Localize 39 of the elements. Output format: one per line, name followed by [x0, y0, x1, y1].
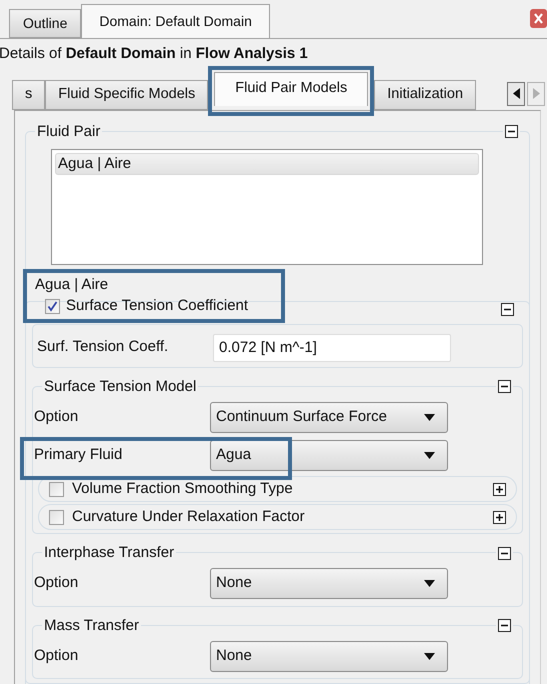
input-field[interactable]: 0.072 [N m^-1] — [213, 334, 451, 362]
collapse-icon[interactable] — [505, 125, 518, 138]
collapse-icon[interactable] — [498, 546, 511, 560]
tab[interactable]: Fluid Specific Models — [45, 80, 208, 110]
caret-icon — [424, 452, 435, 458]
details-heading: Details of Default Domain in Flow Analysis 1 — [0, 44, 309, 64]
checkbox[interactable] — [49, 510, 64, 524]
caret-icon — [424, 652, 435, 660]
tab[interactable]: Fluid Pair Models — [214, 72, 368, 106]
field-label: Primary Fluid — [34, 444, 124, 465]
list-item[interactable]: Agua | Aire — [55, 153, 479, 175]
field-label: Surf. Tension Coeff. — [37, 337, 170, 358]
tab[interactable]: Initialization — [374, 80, 476, 110]
pair-title: Agua | Aire — [35, 275, 110, 295]
right-arrow-icon — [532, 88, 540, 99]
scroll-left-button[interactable] — [507, 82, 525, 106]
checkbox-option[interactable]: Surface Tension Coefficient — [45, 295, 273, 318]
expand-icon[interactable] — [493, 510, 506, 524]
close-icon[interactable] — [530, 9, 547, 28]
panel-tab[interactable]: Domain: Default Domain — [81, 4, 270, 38]
left-arrow-icon — [512, 88, 520, 99]
field-label: Option — [34, 573, 80, 594]
check-icon — [47, 300, 58, 312]
expand-icon[interactable] — [493, 482, 506, 496]
dropdown[interactable]: None — [210, 640, 448, 672]
dropdown[interactable]: None — [210, 568, 448, 599]
caret-icon — [424, 414, 435, 420]
checkbox[interactable] — [45, 298, 60, 314]
dropdown[interactable]: Agua — [210, 440, 448, 470]
collapse-icon[interactable] — [501, 303, 514, 316]
field-label: Option — [34, 646, 80, 666]
collapse-icon[interactable] — [498, 619, 511, 632]
dropdown[interactable]: Continuum Surface Force — [210, 402, 448, 432]
checkbox[interactable] — [49, 482, 64, 496]
collapse-icon[interactable] — [498, 380, 511, 394]
field-label: Option — [34, 406, 80, 427]
caret-icon — [424, 580, 435, 587]
tab[interactable]: s — [12, 80, 46, 110]
panel-tab[interactable]: Outline — [9, 9, 82, 38]
